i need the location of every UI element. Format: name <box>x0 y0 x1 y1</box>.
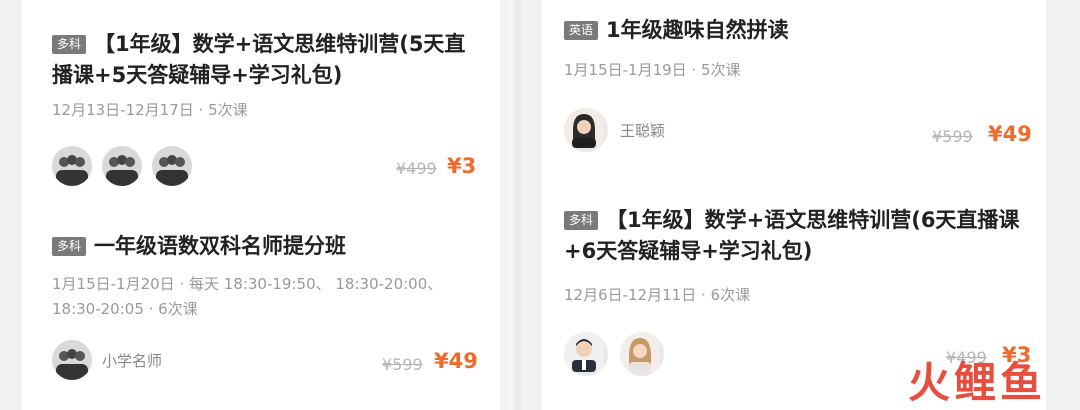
watermark-logo: 火鲤鱼 <box>908 358 1047 407</box>
teacher-avatar <box>102 146 142 186</box>
teachers-group-icon <box>52 340 92 380</box>
teacher-portrait-icon <box>564 332 604 372</box>
subject-tag: 多科 <box>52 237 87 256</box>
teacher-avatar <box>564 108 608 152</box>
teacher-avatar <box>620 332 664 376</box>
teacher-avatar <box>152 146 192 186</box>
teacher-avatar <box>564 332 608 376</box>
course-schedule: 12月6日-12月11日 · 6次课 <box>564 286 751 304</box>
course-title[interactable]: 多科 【1年级】数学+语文思维特训营(6天直播课+6天答疑辅导+学习礼包) <box>564 205 1034 267</box>
course-column-left: 多科 【1年级】数学+语文思维特训营(5天直播课+5天答疑辅导+学习礼包) 12月… <box>22 0 500 410</box>
subject-tag: 多科 <box>564 211 599 230</box>
teacher-name: 王聪颖 <box>620 122 666 140</box>
course-schedule: 1月15日-1月20日 · 每天 18:30-19:50、 18:30-20:0… <box>52 275 443 318</box>
course-title[interactable]: 多科 【1年级】数学+语文思维特训营(5天直播课+5天答疑辅导+学习礼包) <box>52 29 482 91</box>
teachers-group-icon <box>52 146 92 186</box>
sale-price: ¥49 <box>988 122 1032 146</box>
original-price: ¥599 <box>382 355 423 374</box>
course-schedule: 1月15日-1月19日 · 5次课 <box>564 61 741 79</box>
subject-tag: 英语 <box>564 21 599 40</box>
subject-tag: 多科 <box>52 35 87 54</box>
original-price: ¥599 <box>932 127 973 146</box>
course-card[interactable]: 英语 1年级趣味自然拼读 1月15日-1月19日 · 5次课 王聪颖 ¥599 ¥… <box>542 0 1046 190</box>
teacher-avatar <box>52 146 92 186</box>
teachers-group-icon <box>102 146 142 186</box>
teacher-portrait-icon <box>564 108 604 148</box>
teachers-group-icon <box>152 146 192 186</box>
course-title[interactable]: 多科 一年级语数双科名师提分班 <box>52 231 482 262</box>
course-card[interactable]: 多科 【1年级】数学+语文思维特训营(5天直播课+5天答疑辅导+学习礼包) 12月… <box>22 0 500 200</box>
teacher-avatar <box>52 340 92 380</box>
original-price: ¥499 <box>396 159 437 178</box>
course-card[interactable]: 多科 一年级语数双科名师提分班 1月15日-1月20日 · 每天 18:30-19… <box>22 210 500 410</box>
teacher-name: 小学名师 <box>102 352 163 370</box>
teacher-portrait-icon <box>620 332 660 372</box>
column-divider <box>510 0 526 410</box>
course-title[interactable]: 英语 1年级趣味自然拼读 <box>564 15 1024 46</box>
course-schedule: 12月13日-12月17日 · 5次课 <box>52 101 248 119</box>
sale-price: ¥49 <box>434 349 478 373</box>
sale-price: ¥3 <box>447 154 477 178</box>
course-column-right: 英语 1年级趣味自然拼读 1月15日-1月19日 · 5次课 王聪颖 ¥599 ¥… <box>542 0 1046 410</box>
